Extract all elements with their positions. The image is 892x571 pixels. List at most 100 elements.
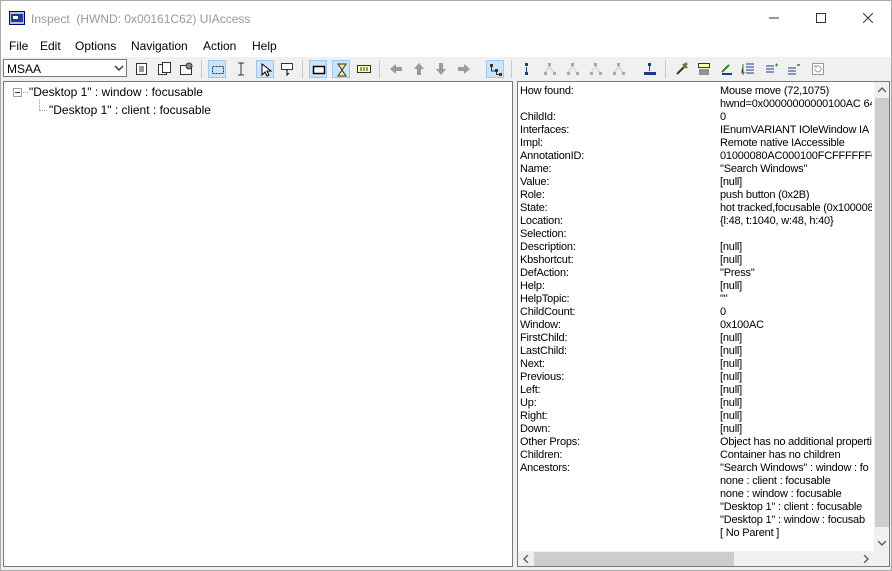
caret-icon xyxy=(357,65,371,73)
property-row[interactable]: Children: Container has no children xyxy=(520,449,889,462)
close-button[interactable] xyxy=(845,1,891,35)
property-row[interactable]: LastChild: [null] xyxy=(520,345,889,358)
property-row[interactable]: "Desktop 1" : window : focusab xyxy=(520,514,889,527)
text-cursor-icon xyxy=(238,62,244,76)
toolbar-separator xyxy=(379,60,380,78)
property-row[interactable]: none : window : focusable xyxy=(520,488,889,501)
property-row[interactable]: Selection: xyxy=(520,228,889,241)
tree-item-desktop-window[interactable]: "Desktop 1" : window : focusable xyxy=(29,85,203,101)
rectangle-select-button[interactable] xyxy=(208,60,226,78)
property-row[interactable]: DefAction: "Press" xyxy=(520,267,889,280)
vertical-scrollbar[interactable] xyxy=(874,82,889,551)
property-row[interactable]: How found: Mouse move (72,1075) xyxy=(520,85,889,98)
property-row[interactable]: Description: [null] xyxy=(520,241,889,254)
arrow-left-button[interactable] xyxy=(387,60,405,78)
minimize-button[interactable] xyxy=(751,1,797,35)
navigate-next-button[interactable] xyxy=(587,60,605,78)
extend-select-button[interactable] xyxy=(739,60,757,78)
default-action-button[interactable] xyxy=(673,60,691,78)
navigate-child-button[interactable] xyxy=(641,60,659,78)
refresh-button[interactable] xyxy=(809,60,827,78)
menu-edit[interactable]: Edit xyxy=(40,39,61,53)
scroll-up-button[interactable] xyxy=(874,82,889,98)
property-row[interactable]: none : client : focusable xyxy=(520,475,889,488)
property-row[interactable]: Right: [null] xyxy=(520,410,889,423)
remove-select-button[interactable] xyxy=(785,60,803,78)
property-row[interactable]: ChildId: 0 xyxy=(520,111,889,124)
maximize-icon xyxy=(816,13,826,23)
property-row[interactable]: Interfaces: IEnumVARIANT IOleWindow IA xyxy=(520,124,889,137)
watch-cursor-button[interactable] xyxy=(278,60,296,78)
navigate-parent-button[interactable] xyxy=(518,60,536,78)
scroll-down-button[interactable] xyxy=(874,535,889,551)
property-row[interactable]: State: hot tracked,focusable (0x100008 xyxy=(520,202,889,215)
copy-button[interactable] xyxy=(133,60,151,78)
settings-button[interactable] xyxy=(177,60,195,78)
menu-options[interactable]: Options xyxy=(75,39,116,53)
menu-navigation[interactable]: Navigation xyxy=(131,39,188,53)
tree-item-desktop-client[interactable]: "Desktop 1" : client : focusable xyxy=(49,103,211,119)
focus-button[interactable] xyxy=(718,60,736,78)
arrow-down-button[interactable] xyxy=(432,60,450,78)
maximize-button[interactable] xyxy=(798,1,844,35)
property-row[interactable]: [ No Parent ] xyxy=(520,527,889,540)
property-key: HelpTopic: xyxy=(520,293,570,305)
property-row[interactable]: HelpTopic: "" xyxy=(520,293,889,306)
element-tree[interactable]: "Desktop 1" : window : focusable "Deskto… xyxy=(3,81,513,567)
text-cursor-button[interactable] xyxy=(232,60,250,78)
property-row[interactable]: Other Props: Object has no additional pro… xyxy=(520,436,889,449)
property-key: Description: xyxy=(520,241,576,253)
scroll-right-button[interactable] xyxy=(858,551,874,566)
property-row[interactable]: Kbshortcut: [null] xyxy=(520,254,889,267)
scrollbar-corner xyxy=(874,551,889,566)
property-row[interactable]: Help: [null] xyxy=(520,280,889,293)
property-value: IEnumVARIANT IOleWindow IA xyxy=(720,124,870,136)
horizontal-scrollbar[interactable] xyxy=(518,551,874,566)
arrow-right-button[interactable] xyxy=(455,60,473,78)
menu-file[interactable]: File xyxy=(9,39,28,53)
property-row[interactable]: Value: [null] xyxy=(520,176,889,189)
caret-button[interactable] xyxy=(355,60,373,78)
navigate-first-child-button[interactable] xyxy=(541,60,559,78)
tree-view-button[interactable] xyxy=(486,60,504,78)
property-row[interactable]: Name: "Search Windows" xyxy=(520,163,889,176)
property-row[interactable]: ChildCount: 0 xyxy=(520,306,889,319)
select-button[interactable] xyxy=(695,60,713,78)
property-row[interactable]: Role: push button (0x2B) xyxy=(520,189,889,202)
property-row[interactable]: Ancestors: "Search Windows" : window : fo xyxy=(520,462,889,475)
navigate-last-child-button[interactable] xyxy=(610,60,628,78)
property-row[interactable]: Previous: [null] xyxy=(520,371,889,384)
property-value: hot tracked,focusable (0x100008 xyxy=(720,202,872,214)
horizontal-scroll-thumb[interactable] xyxy=(534,552,734,566)
tree-expander-icon[interactable] xyxy=(13,88,22,97)
property-value: [null] xyxy=(720,358,743,370)
property-row[interactable]: Location: {l:48, t:1040, w:48, h:40} xyxy=(520,215,889,228)
property-row[interactable]: hwnd=0x00000000000100AC 64 xyxy=(520,98,889,111)
property-row[interactable]: Down: [null] xyxy=(520,423,889,436)
property-row[interactable]: "Desktop 1" : client : focusable xyxy=(520,501,889,514)
properties-pane[interactable]: How found: Mouse move (72,1075) hwnd=0x000… xyxy=(517,81,890,567)
highlight-rectangle-button[interactable] xyxy=(309,60,327,78)
title-bar[interactable]: Inspect (HWND: 0x00161C62) UIAccess xyxy=(1,1,891,35)
property-row[interactable]: Impl: Remote native IAccessible xyxy=(520,137,889,150)
menu-help[interactable]: Help xyxy=(252,39,277,53)
settings-icon xyxy=(180,62,193,75)
arrow-up-button[interactable] xyxy=(410,60,428,78)
add-select-button[interactable] xyxy=(763,60,781,78)
pointer-button[interactable] xyxy=(256,60,274,78)
hourglass-button[interactable] xyxy=(332,60,350,78)
property-row[interactable]: AnnotationID: 01000080AC000100FCFFFFFF0 xyxy=(520,150,889,163)
property-value: "" xyxy=(720,293,728,305)
vertical-scroll-thumb[interactable] xyxy=(875,98,889,527)
property-row[interactable]: FirstChild: [null] xyxy=(520,332,889,345)
property-row[interactable]: Left: [null] xyxy=(520,384,889,397)
navigate-prev-button[interactable] xyxy=(564,60,582,78)
mode-select[interactable]: MSAA xyxy=(3,59,127,77)
property-value: [null] xyxy=(720,410,743,422)
property-row[interactable]: Next: [null] xyxy=(520,358,889,371)
property-row[interactable]: Window: 0x100AC xyxy=(520,319,889,332)
scroll-left-button[interactable] xyxy=(518,551,534,566)
clipboard-button[interactable] xyxy=(155,60,173,78)
menu-action[interactable]: Action xyxy=(203,39,236,53)
property-row[interactable]: Up: [null] xyxy=(520,397,889,410)
